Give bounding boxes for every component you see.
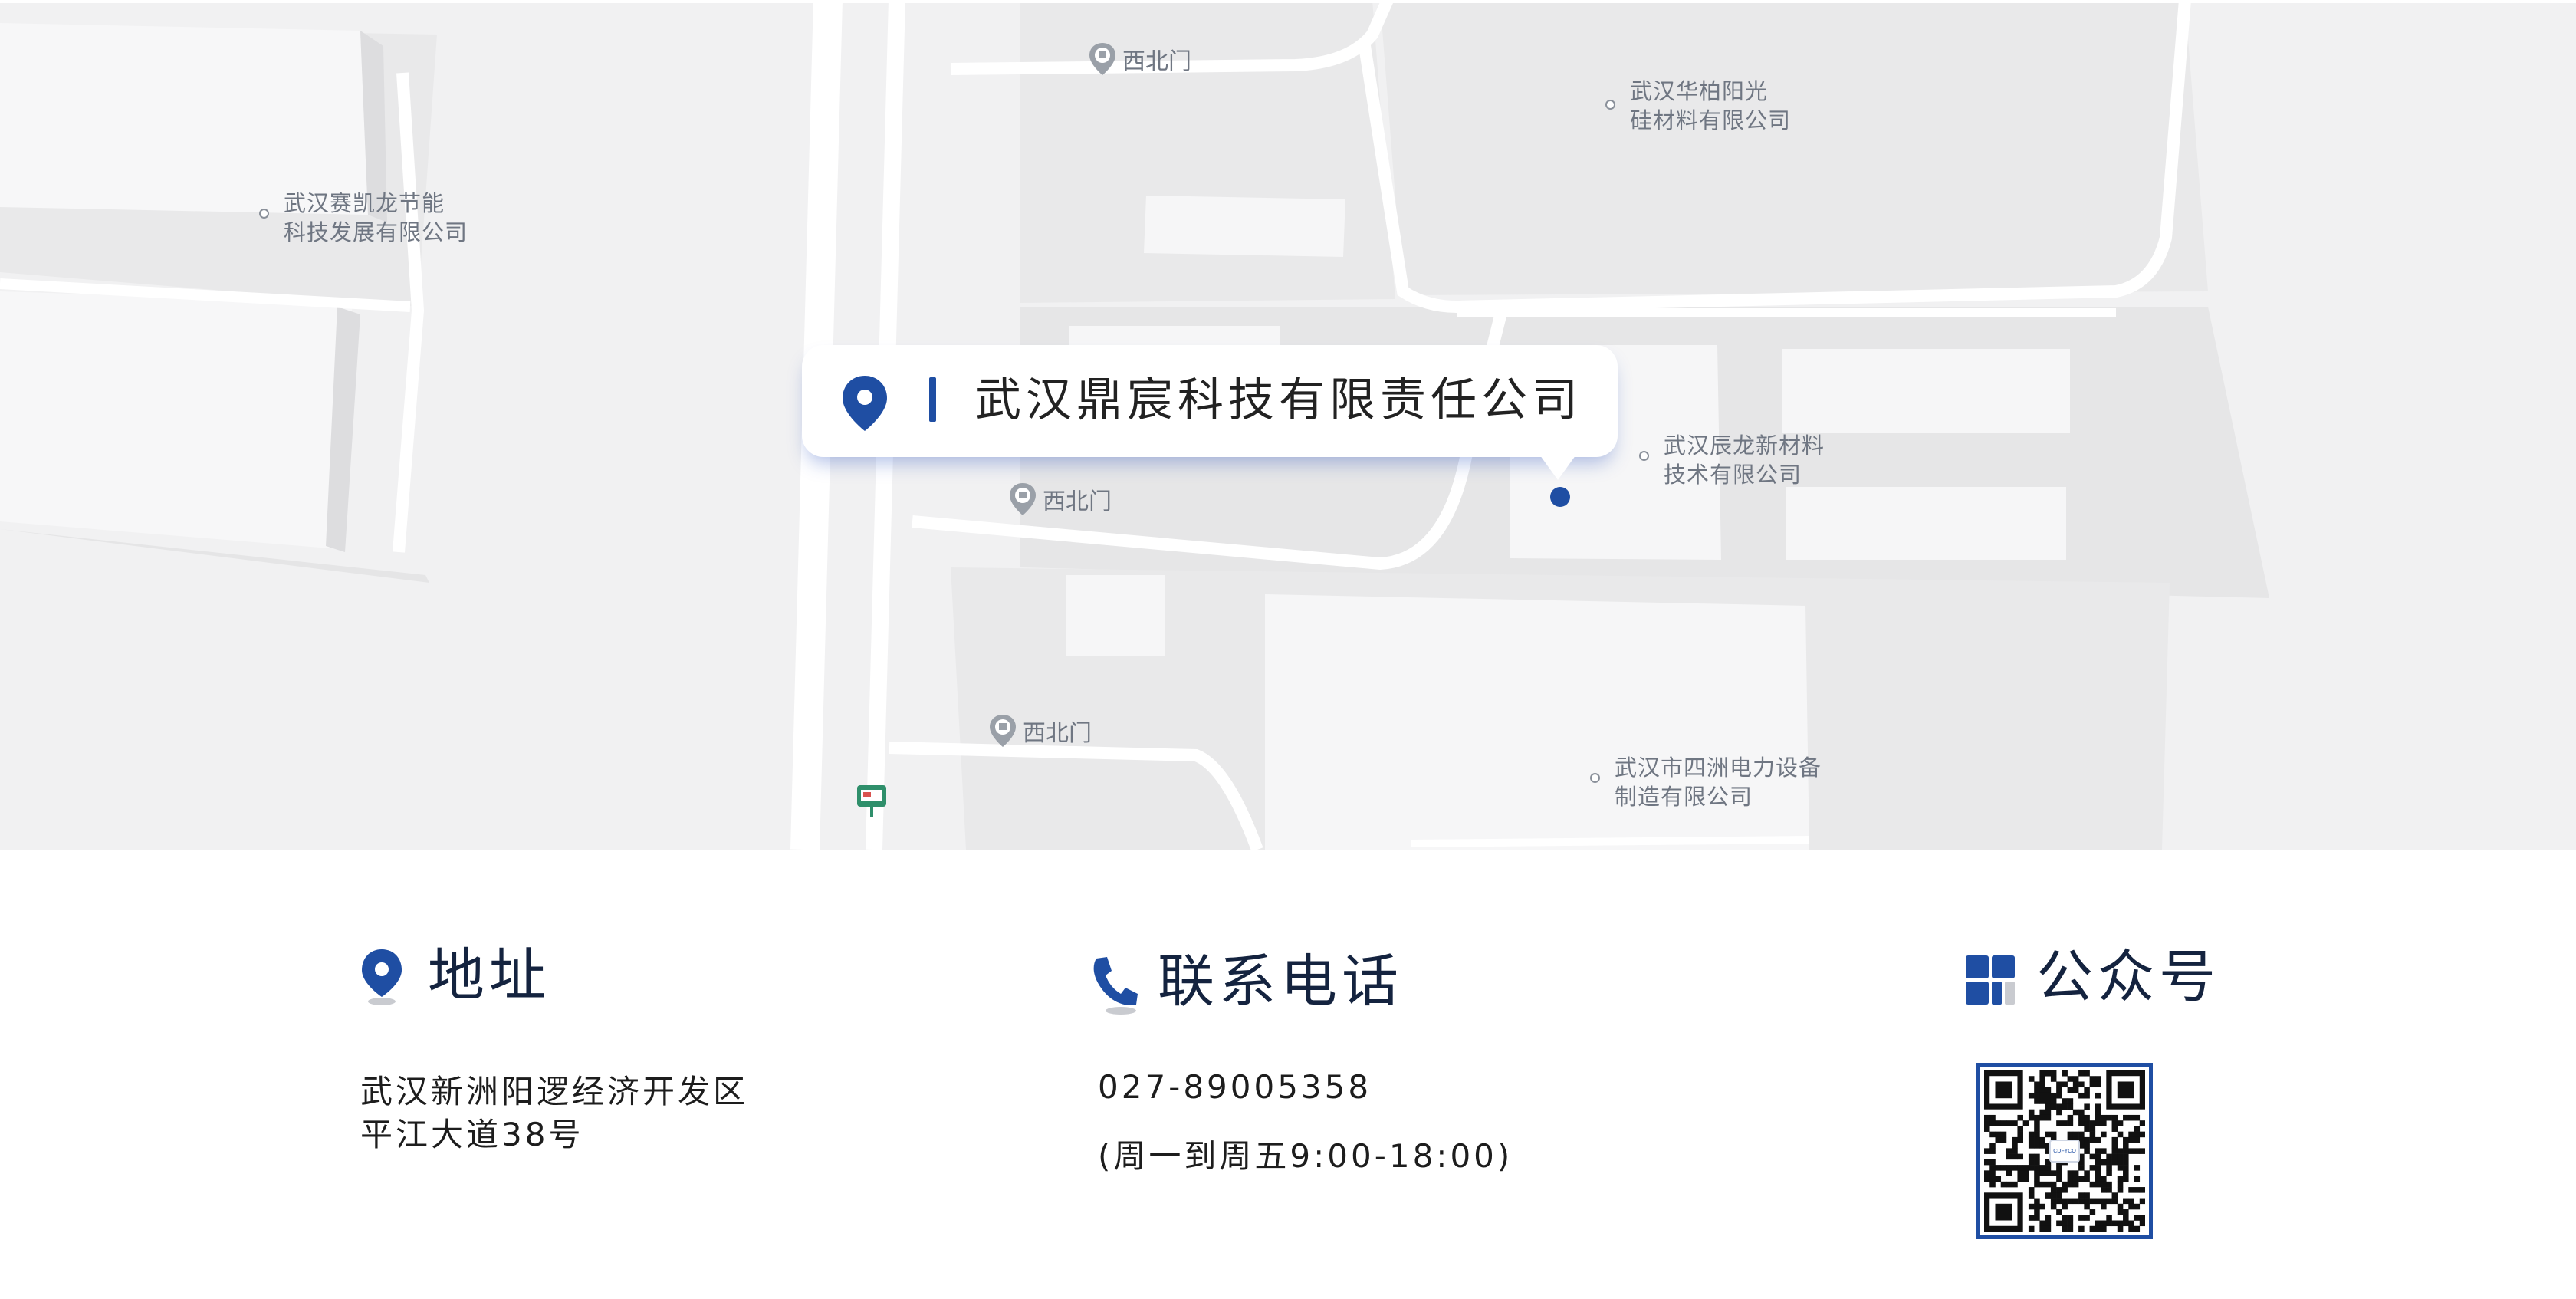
poi-line2: 制造有限公司 (1615, 784, 1753, 810)
location-pin-icon (362, 949, 402, 1005)
poi-saikailong[interactable]: 武汉赛凯龙节能 科技发展有限公司 (259, 189, 468, 247)
qr-center-logo: CDFYCO (2049, 1140, 2080, 1163)
poi-line2: 技术有限公司 (1664, 462, 1802, 488)
poi-line1: 武汉赛凯龙节能 (284, 190, 445, 216)
poi-dot-icon (1590, 773, 1600, 783)
address-line2: 平江大道38号 (360, 1116, 584, 1153)
gate-marker[interactable]: 西北门 (987, 713, 1092, 748)
phone-title: 联系电话 (1158, 949, 1403, 1015)
grid-icon (1966, 955, 2015, 1005)
gate-marker-icon (1010, 483, 1036, 515)
poi-sizhou[interactable]: 武汉市四洲电力设备 制造有限公司 (1590, 753, 1822, 811)
qr-center-text: CDFYCO (2053, 1148, 2076, 1154)
map-area[interactable]: 武汉华柏阳光 硅材料有限公司 武汉赛凯龙节能 科技发展有限公司 武汉辰龙新材料 … (0, 0, 2576, 850)
poi-dot-icon (1605, 100, 1615, 110)
poi-line1: 武汉华柏阳光 (1630, 78, 1769, 104)
divider-bar (929, 377, 936, 422)
company-name: 武汉鼎宸科技有限责任公司 (975, 373, 1582, 427)
phone-hours: (周一到周五9:00-18:00) (1098, 1137, 1513, 1175)
poi-line1: 武汉市四洲电力设备 (1615, 755, 1822, 781)
location-pin-icon (843, 376, 887, 431)
poi-line2: 科技发展有限公司 (284, 219, 468, 245)
gate-marker[interactable]: 西北门 (1087, 41, 1191, 77)
bus-stop-icon[interactable] (856, 784, 888, 819)
gate-label: 西北门 (1043, 488, 1112, 515)
gate-label: 西北门 (1023, 720, 1092, 747)
poi-dot-icon (259, 209, 269, 219)
callout-tail (1538, 452, 1578, 480)
gate-label: 西北门 (1122, 48, 1191, 75)
phone-number[interactable]: 027-89005358 (1098, 1066, 1372, 1109)
gate-marker-icon (990, 715, 1016, 747)
poi-chenlong[interactable]: 武汉辰龙新材料 技术有限公司 (1639, 431, 1825, 489)
gate-marker-icon (1089, 43, 1116, 75)
address-title: 地址 (428, 942, 550, 1008)
poi-huabai[interactable]: 武汉华柏阳光 硅材料有限公司 (1605, 77, 1792, 135)
company-label-card[interactable]: 武汉鼎宸科技有限责任公司 (802, 345, 1618, 480)
qr-code[interactable]: CDFYCO (1976, 1063, 2153, 1239)
poi-dot-icon (1639, 451, 1649, 461)
poi-line1: 武汉辰龙新材料 (1664, 432, 1825, 459)
wechat-title: 公众号 (2036, 944, 2220, 1010)
poi-line2: 硅材料有限公司 (1630, 107, 1792, 133)
address-line1: 武汉新洲阳逻经济开发区 (360, 1073, 749, 1110)
phone-icon (1093, 957, 1138, 1015)
gate-marker[interactable]: 西北门 (1007, 482, 1112, 517)
